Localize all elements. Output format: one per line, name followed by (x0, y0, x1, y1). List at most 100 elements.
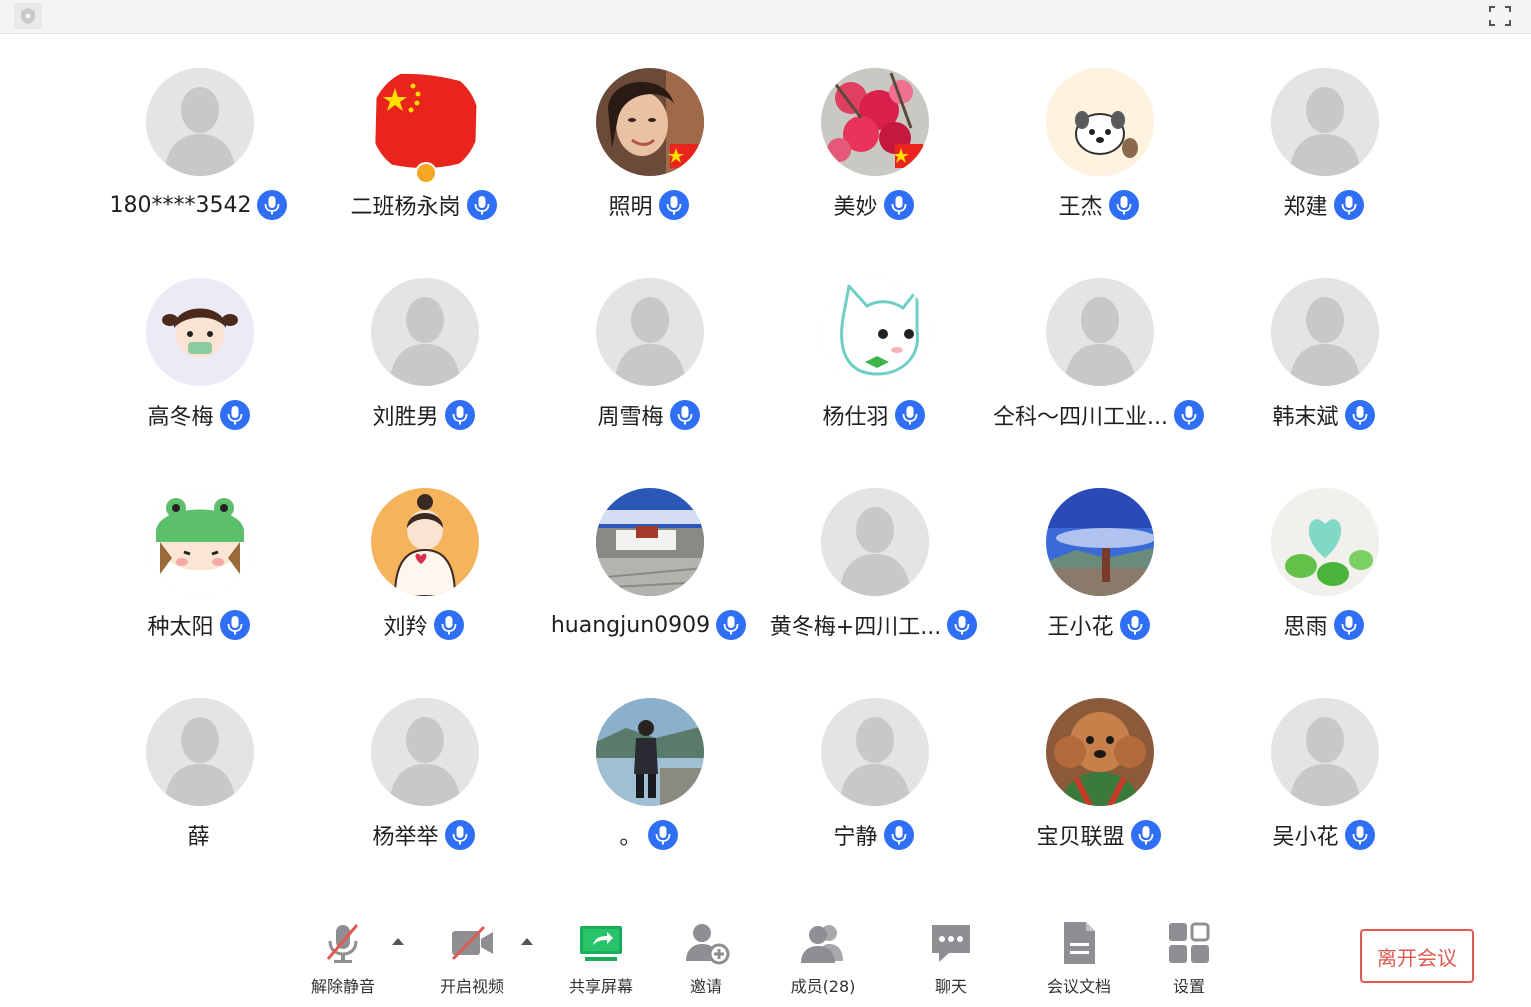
participant-name: 王杰 (1058, 195, 1103, 220)
participant-name: 吴小花 (1272, 825, 1339, 850)
participant-namebar: 韩末斌 (1211, 399, 1436, 431)
microphone-icon (883, 190, 914, 220)
cartoon-girl-avatar (146, 278, 254, 386)
chat-bubble-icon (932, 925, 970, 962)
share-screen-label: 共享屏幕 (568, 977, 633, 996)
participant-tile[interactable]: 180****3542 (86, 34, 311, 244)
participant-tile[interactable]: 二班杨永岗 (311, 34, 536, 244)
meeting-toolbar: 解除静音 开启视频 共享屏幕 邀请 成员(28) 聊天 会议文档 设置 离开会议 (0, 895, 1531, 1007)
invite-label: 邀请 (689, 977, 722, 996)
microphone-icon (1333, 190, 1364, 220)
participant-namebar: 吴小花 (1211, 819, 1436, 851)
participant-tile[interactable]: 仝科～四川工业... (986, 244, 1211, 454)
security-shield-icon[interactable] (14, 3, 42, 29)
participant-tile[interactable]: 吴小花 (1211, 664, 1436, 874)
default-avatar (1046, 278, 1154, 386)
woman-photo-avatar (596, 68, 704, 176)
participant-tile[interactable]: 郑建 (1211, 34, 1436, 244)
participant-namebar: 仝科～四川工业... (986, 399, 1211, 431)
participant-tile[interactable]: 刘胜男 (311, 244, 536, 454)
microphone-icon (1344, 400, 1375, 430)
window-title-bar (0, 0, 1531, 34)
microphone-icon (947, 610, 978, 640)
default-avatar (146, 698, 254, 806)
participant-tile[interactable]: 美妙 (761, 34, 986, 244)
palace-photo-avatar (596, 488, 704, 596)
participant-tile[interactable]: 高冬梅 (86, 244, 311, 454)
add-person-icon (686, 924, 730, 965)
settings-button[interactable]: 设置 (1134, 919, 1244, 999)
microphone-icon (444, 820, 475, 850)
participant-namebar: 180****3542 (86, 189, 311, 221)
start-video-button[interactable]: 开启视频 (417, 919, 527, 999)
participant-name: 美妙 (833, 195, 878, 220)
heart-photo-avatar (1271, 488, 1379, 596)
participant-tile[interactable]: 照明 (536, 34, 761, 244)
participant-namebar: 杨举举 (311, 819, 536, 851)
participant-tile[interactable]: 韩末斌 (1211, 244, 1436, 454)
sky-photo-avatar (1046, 488, 1154, 596)
participant-namebar: 杨仕羽 (761, 399, 986, 431)
participant-namebar: 。 (536, 819, 761, 851)
participant-name: 王小花 (1047, 615, 1114, 640)
participant-namebar: 周雪梅 (536, 399, 761, 431)
participant-name: 宝贝联盟 (1036, 825, 1125, 850)
microphone-icon (433, 610, 464, 640)
microphone-icon (669, 400, 700, 430)
participant-namebar: 郑建 (1211, 189, 1436, 221)
participant-tile[interactable]: 黄冬梅+四川工... (761, 454, 986, 664)
participant-namebar: huangjun0909 (536, 609, 761, 641)
participant-tile[interactable]: 思雨 (1211, 454, 1436, 664)
participant-tile[interactable]: 杨仕羽 (761, 244, 986, 454)
participant-tile[interactable]: 刘羚 (311, 454, 536, 664)
poodle-photo-avatar (1046, 698, 1154, 806)
participant-name: 照明 (608, 195, 653, 220)
participant-namebar: 美妙 (761, 189, 986, 221)
settings-label: 设置 (1172, 977, 1205, 996)
chat-label: 聊天 (934, 977, 967, 996)
default-avatar (146, 68, 254, 176)
documents-button[interactable]: 会议文档 (1024, 919, 1134, 999)
participant-tile[interactable]: 种太阳 (86, 454, 311, 664)
documents-label: 会议文档 (1046, 977, 1111, 996)
participant-name: 宁静 (833, 825, 878, 850)
participant-tile[interactable]: 。 (536, 664, 761, 874)
unmute-button[interactable]: 解除静音 (288, 919, 398, 999)
participant-tile[interactable]: 宝贝联盟 (986, 664, 1211, 874)
microphone-icon (716, 610, 747, 640)
share-screen-icon (580, 926, 622, 961)
microphone-icon (647, 820, 678, 850)
leave-meeting-button[interactable]: 离开会议 (1360, 929, 1474, 983)
participant-name: 杨举举 (372, 825, 439, 850)
chat-button[interactable]: 聊天 (896, 919, 1006, 999)
participant-tile[interactable]: 王杰 (986, 34, 1211, 244)
audio-options-caret-icon[interactable] (390, 935, 406, 947)
default-avatar (1271, 68, 1379, 176)
participant-tile[interactable]: 宁静 (761, 664, 986, 874)
start-video-label: 开启视频 (439, 977, 504, 996)
participant-tile[interactable]: 薛 (86, 664, 311, 874)
participant-tile[interactable]: 周雪梅 (536, 244, 761, 454)
participant-namebar: 王杰 (986, 189, 1211, 221)
cartoon-frog-girl-avatar (146, 488, 254, 596)
microphone-icon (1130, 820, 1161, 850)
microphone-icon (1333, 610, 1364, 640)
members-button[interactable]: 成员(28) (768, 919, 878, 999)
participant-tile[interactable]: 王小花 (986, 454, 1211, 664)
share-screen-button[interactable]: 共享屏幕 (546, 919, 656, 999)
default-avatar (371, 698, 479, 806)
invite-button[interactable]: 邀请 (651, 919, 761, 999)
china-flag-avatar (371, 68, 479, 176)
video-options-caret-icon[interactable] (519, 935, 535, 947)
fullscreen-icon[interactable] (1487, 4, 1513, 28)
participant-tile[interactable]: huangjun0909 (536, 454, 761, 664)
participant-name: 刘羚 (383, 615, 428, 640)
participant-name: 思雨 (1283, 615, 1328, 640)
microphone-icon (1173, 400, 1204, 430)
participant-tile[interactable]: 杨举举 (311, 664, 536, 874)
participant-name: 种太阳 (147, 615, 214, 640)
default-avatar (821, 698, 929, 806)
participant-namebar: 黄冬梅+四川工... (761, 609, 986, 641)
participant-name: 韩末斌 (1272, 405, 1339, 430)
participant-grid: 180****3542 二班杨永岗 照明 美妙 王杰 郑建 高冬梅 刘胜男 周雪… (0, 34, 1531, 894)
